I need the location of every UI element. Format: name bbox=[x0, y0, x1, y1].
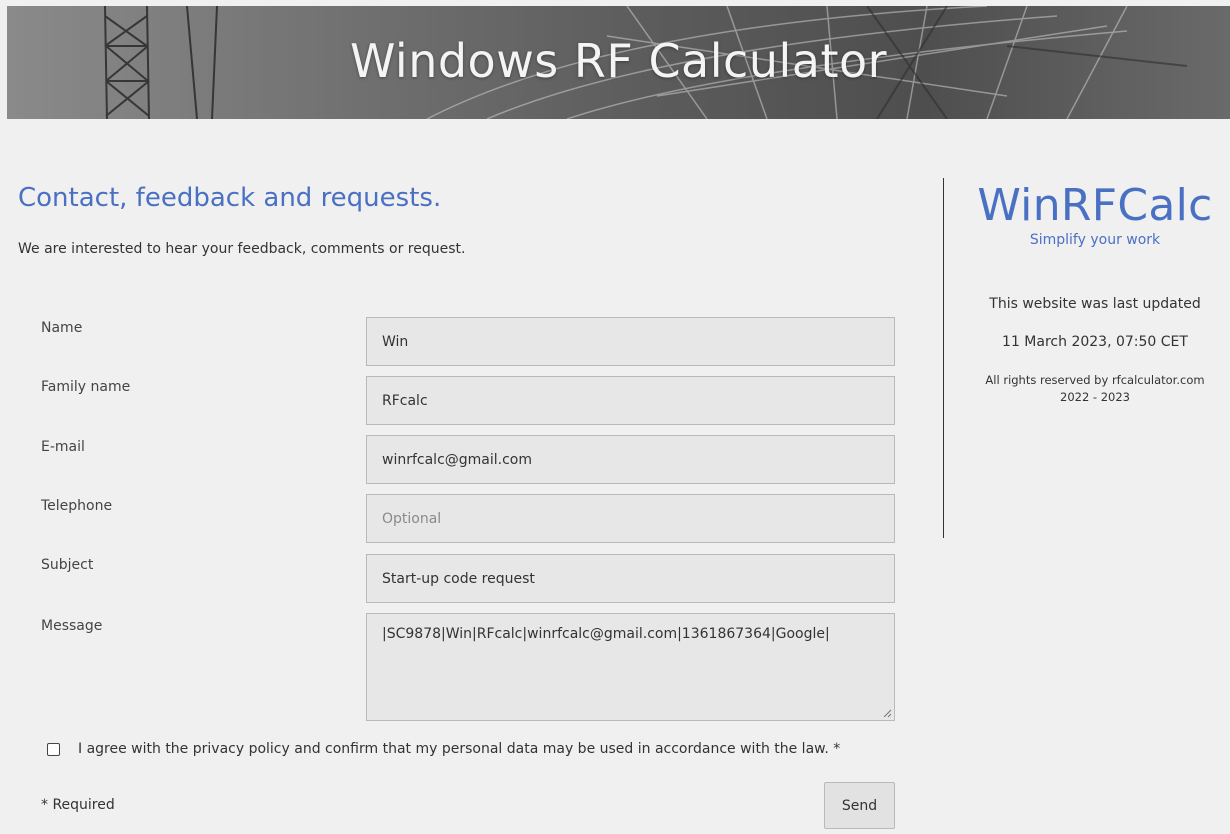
required-note: * Required bbox=[41, 797, 115, 813]
name-field[interactable]: Win bbox=[366, 317, 895, 366]
message-textarea[interactable]: |SC9878|Win|RFcalc|winrfcalc@gmail.com|1… bbox=[366, 613, 895, 721]
intro-text: We are interested to hear your feedback,… bbox=[18, 241, 466, 257]
name-label: Name bbox=[41, 320, 83, 336]
send-button[interactable]: Send bbox=[824, 782, 895, 829]
family-name-field[interactable]: RFcalc bbox=[366, 376, 895, 425]
email-field[interactable]: winrfcalc@gmail.com bbox=[366, 435, 895, 484]
agree-checkbox[interactable] bbox=[47, 742, 60, 756]
family-name-label: Family name bbox=[41, 379, 131, 395]
vertical-divider bbox=[943, 178, 944, 538]
resize-handle-icon[interactable] bbox=[883, 709, 892, 718]
message-text: |SC9878|Win|RFcalc|winrfcalc@gmail.com|1… bbox=[382, 626, 830, 642]
telephone-field[interactable]: Optional bbox=[366, 494, 895, 543]
message-label: Message bbox=[41, 618, 103, 634]
page-title: Contact, feedback and requests. bbox=[18, 183, 442, 213]
agree-row: I agree with the privacy policy and conf… bbox=[47, 741, 840, 757]
email-label: E-mail bbox=[41, 439, 85, 455]
brand-logo: WinRFCalc bbox=[977, 180, 1213, 231]
header-banner: Windows RF Calculator bbox=[7, 6, 1230, 119]
rights-years: 2022 - 2023 bbox=[1060, 390, 1130, 404]
rights-text: All rights reserved by rfcalculator.com bbox=[985, 373, 1205, 387]
subject-label: Subject bbox=[41, 557, 94, 573]
brand-tagline: Simplify your work bbox=[1029, 232, 1161, 248]
site-title: Windows RF Calculator bbox=[349, 34, 888, 88]
agree-label: I agree with the privacy policy and conf… bbox=[78, 741, 841, 757]
updated-date: 11 March 2023, 07:50 CET bbox=[1002, 334, 1188, 350]
updated-label: This website was last updated bbox=[989, 296, 1201, 312]
telephone-label: Telephone bbox=[41, 498, 113, 514]
subject-field[interactable]: Start-up code request bbox=[366, 554, 895, 603]
telephone-placeholder: Optional bbox=[382, 511, 442, 527]
